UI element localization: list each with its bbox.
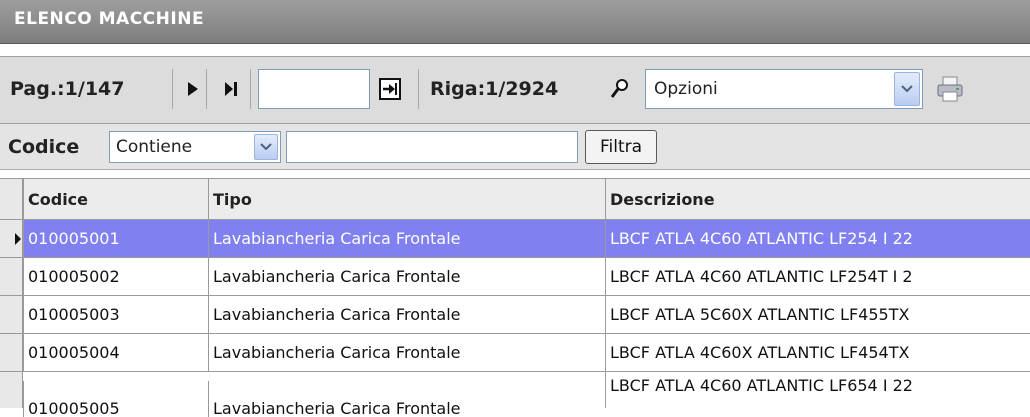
next-page-button[interactable] xyxy=(182,69,204,109)
row-indicator-cell xyxy=(0,372,23,408)
filter-condition-dropdown[interactable]: Contiene xyxy=(109,131,281,163)
goto-page-input[interactable] xyxy=(258,69,370,109)
cell-codice: 010005003 xyxy=(23,296,208,333)
window-title-bar: ELENCO MACCHINE xyxy=(0,0,1030,44)
current-row-pointer-icon xyxy=(15,232,21,245)
cell-descrizione: LBCF ATLA 4C60 ATLANTIC LF654 I 22 xyxy=(605,372,1030,408)
toolbar-separator xyxy=(206,69,207,109)
skip-last-icon xyxy=(225,82,237,96)
magnifier-icon xyxy=(610,79,628,98)
cell-tipo: Lavabiancheria Carica Frontale xyxy=(208,334,605,371)
toolbar-separator xyxy=(172,69,173,109)
toolbar-separator xyxy=(418,69,419,109)
cell-descrizione: LBCF ATLA 5C60X ATLANTIC LF455TX xyxy=(605,296,1030,333)
page-indicator: Pag.:1/147 xyxy=(10,78,125,100)
cell-codice: 010005004 xyxy=(23,334,208,371)
options-dropdown[interactable]: Opzioni xyxy=(645,69,923,109)
print-button[interactable] xyxy=(930,69,970,109)
filter-bar: Codice Contiene Filtra xyxy=(0,124,1030,170)
row-indicator-cell xyxy=(0,334,23,371)
row-indicator-cell xyxy=(0,220,23,257)
chevron-down-icon[interactable] xyxy=(894,72,920,106)
table-row[interactable]: 010005005 Lavabiancheria Carica Frontale… xyxy=(0,372,1030,417)
row-indicator-cell xyxy=(0,296,23,333)
cell-tipo: Lavabiancheria Carica Frontale xyxy=(208,381,605,417)
cell-descrizione: LBCF ATLA 4C60 ATLANTIC LF254T I 2 xyxy=(605,258,1030,295)
spacer xyxy=(0,44,1030,56)
goto-page-button[interactable] xyxy=(374,69,406,109)
enter-arrow-icon xyxy=(379,78,401,100)
row-indicator: Riga:1/2924 xyxy=(430,78,559,100)
printer-icon xyxy=(937,76,963,102)
last-page-button[interactable] xyxy=(220,69,242,109)
table-row[interactable]: 010005001 Lavabiancheria Carica Frontale… xyxy=(0,220,1030,258)
cell-tipo: Lavabiancheria Carica Frontale xyxy=(208,258,605,295)
filter-button[interactable]: Filtra xyxy=(585,130,657,164)
window-title: ELENCO MACCHINE xyxy=(14,9,205,29)
machines-grid: Codice Tipo Descrizione 010005001 Lavabi… xyxy=(0,178,1030,417)
column-header-descrizione[interactable]: Descrizione xyxy=(605,179,1030,219)
cell-codice: 010005005 xyxy=(23,381,208,417)
cell-codice: 010005002 xyxy=(23,258,208,295)
cell-codice: 010005001 xyxy=(23,220,208,257)
spacer xyxy=(0,170,1030,178)
cell-tipo: Lavabiancheria Carica Frontale xyxy=(208,220,605,257)
cell-descrizione: LBCF ATLA 4C60X ATLANTIC LF454TX xyxy=(605,334,1030,371)
search-button[interactable] xyxy=(602,69,638,109)
pager-toolbar: Pag.:1/147 Riga:1/2924 Opzioni xyxy=(0,56,1030,124)
row-indicator-cell xyxy=(0,258,23,295)
column-header-tipo[interactable]: Tipo xyxy=(208,179,605,219)
table-row[interactable]: 010005003 Lavabiancheria Carica Frontale… xyxy=(0,296,1030,334)
options-dropdown-value: Opzioni xyxy=(654,79,718,99)
chevron-down-icon[interactable] xyxy=(254,134,278,160)
column-header-codice[interactable]: Codice xyxy=(23,179,208,219)
cell-tipo: Lavabiancheria Carica Frontale xyxy=(208,296,605,333)
toolbar-separator xyxy=(250,69,251,109)
filter-field-label: Codice xyxy=(8,136,80,158)
play-next-icon xyxy=(188,82,198,96)
table-row[interactable]: 010005002 Lavabiancheria Carica Frontale… xyxy=(0,258,1030,296)
table-row[interactable]: 010005004 Lavabiancheria Carica Frontale… xyxy=(0,334,1030,372)
filter-text-input[interactable] xyxy=(286,131,578,163)
filter-condition-value: Contiene xyxy=(116,137,193,157)
grid-header-row: Codice Tipo Descrizione xyxy=(0,178,1030,220)
cell-descrizione: LBCF ATLA 4C60 ATLANTIC LF254 I 22 xyxy=(605,220,1030,257)
row-indicator-header xyxy=(0,179,23,219)
